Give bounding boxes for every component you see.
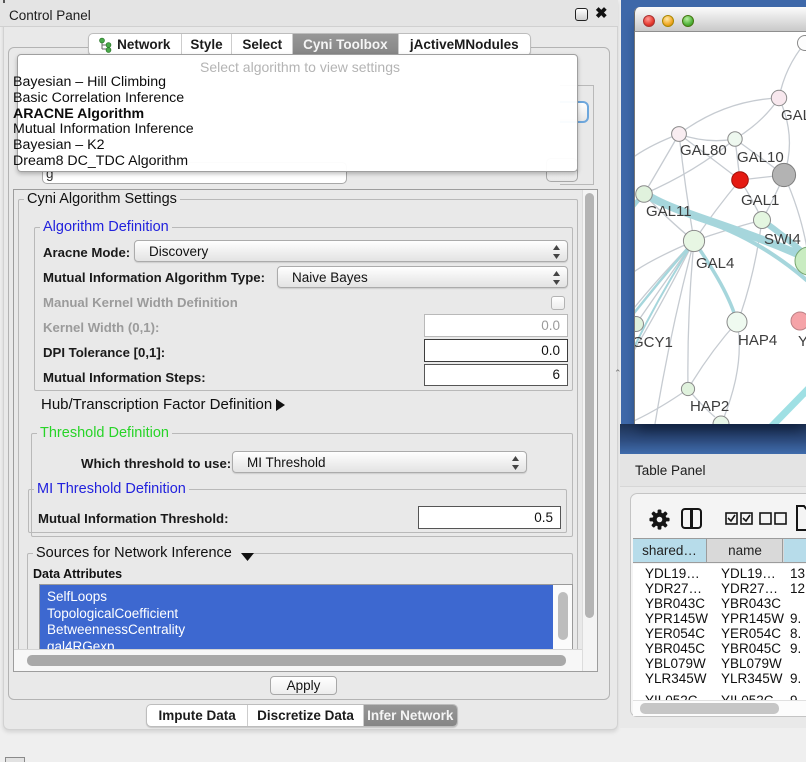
svg-text:GAL8: GAL8 [781, 107, 806, 124]
svg-text:GAL80: GAL80 [680, 142, 727, 159]
svg-text:HAP4: HAP4 [738, 332, 777, 349]
svg-text:HAP2: HAP2 [690, 398, 729, 415]
svg-text:GAL1: GAL1 [741, 192, 779, 209]
svg-text:GAL11: GAL11 [646, 203, 692, 220]
svg-text:GCY1: GCY1 [635, 334, 673, 351]
svg-text:Y: Y [798, 333, 806, 350]
svg-text:SWI4: SWI4 [764, 231, 801, 248]
svg-text:GAL10: GAL10 [737, 149, 784, 166]
svg-text:GAL4: GAL4 [696, 255, 734, 272]
